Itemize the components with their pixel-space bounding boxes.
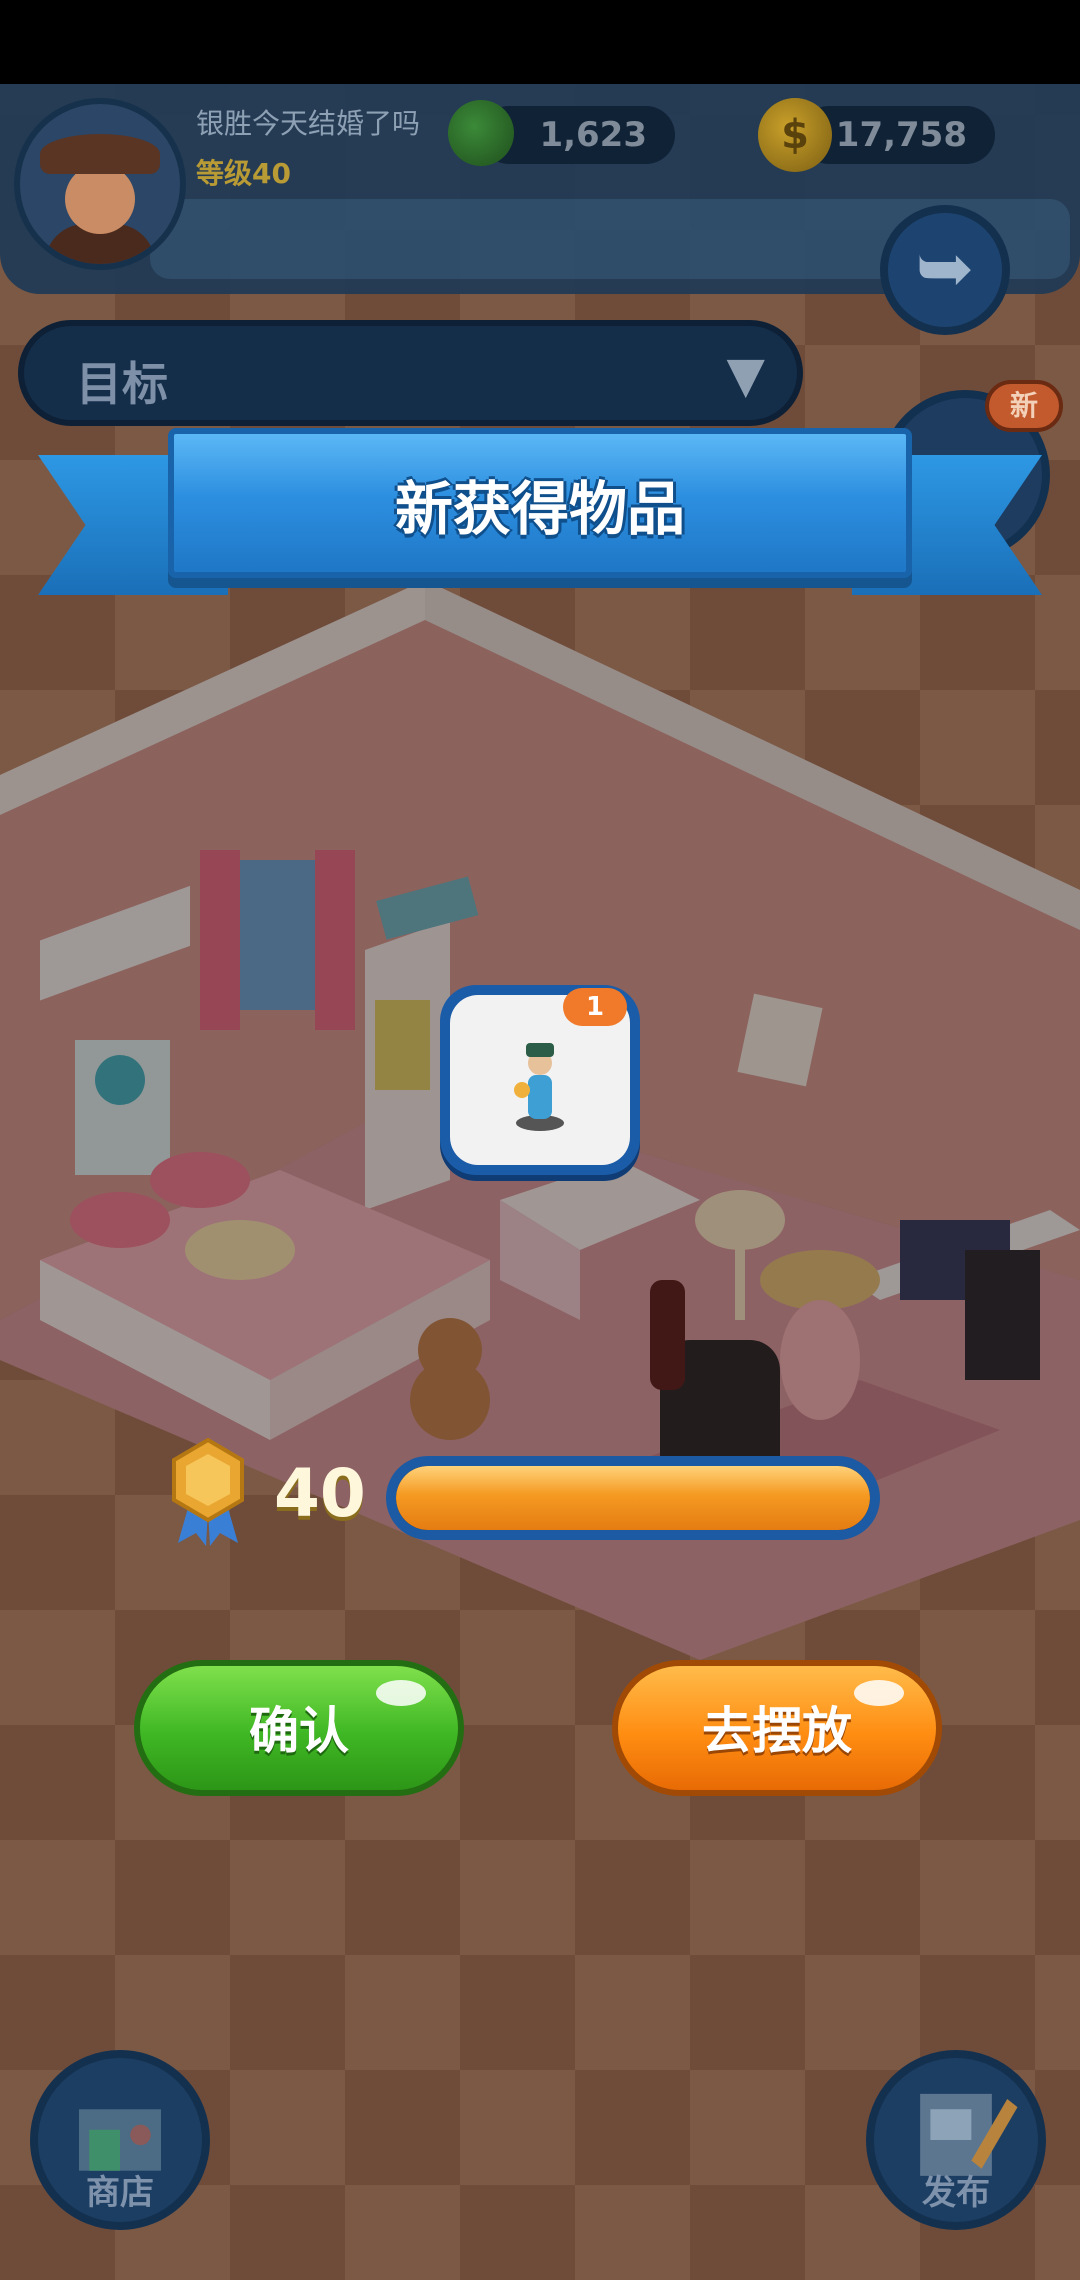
confirm-label: 确认 <box>249 1702 349 1760</box>
progress-track <box>396 1466 870 1530</box>
progress-fill <box>396 1466 870 1530</box>
share-button[interactable]: ➥ <box>880 205 1010 335</box>
avatar-hat <box>40 134 160 174</box>
level-number: 40 <box>274 1455 366 1532</box>
level-medal-icon <box>172 1438 244 1546</box>
button-shine <box>376 1680 426 1706</box>
level-progress-bar <box>386 1456 880 1540</box>
publish-label: 发布 <box>922 2173 990 2213</box>
coin-icon: $ <box>758 98 832 172</box>
go-place-label: 去摆放 <box>702 1702 852 1760</box>
avatar-face <box>65 164 135 234</box>
confirm-button[interactable]: 确认 <box>134 1660 464 1796</box>
go-place-button[interactable]: 去摆放 <box>612 1660 942 1796</box>
new-badge: 新 <box>985 380 1063 432</box>
item-count-badge: 1 <box>563 988 627 1026</box>
shop-label: 商店 <box>86 2173 154 2213</box>
dialog-banner: 新获得物品 <box>168 428 912 578</box>
status-bar <box>0 0 1080 84</box>
button-shine <box>854 1680 904 1706</box>
goal-dropdown[interactable]: 目标 ▼ <box>18 320 803 426</box>
gem-icon <box>448 100 514 166</box>
player-avatar[interactable] <box>14 98 186 270</box>
player-level: 等级40 <box>196 157 291 190</box>
share-arrow-icon: ➥ <box>915 227 975 309</box>
goal-label: 目标 <box>76 357 168 411</box>
item-figure-icon <box>514 1043 564 1131</box>
dialog-title: 新获得物品 <box>394 475 685 543</box>
chevron-down-icon: ▼ <box>726 346 765 404</box>
player-name: 银胜今天结婚了吗 <box>196 107 421 140</box>
